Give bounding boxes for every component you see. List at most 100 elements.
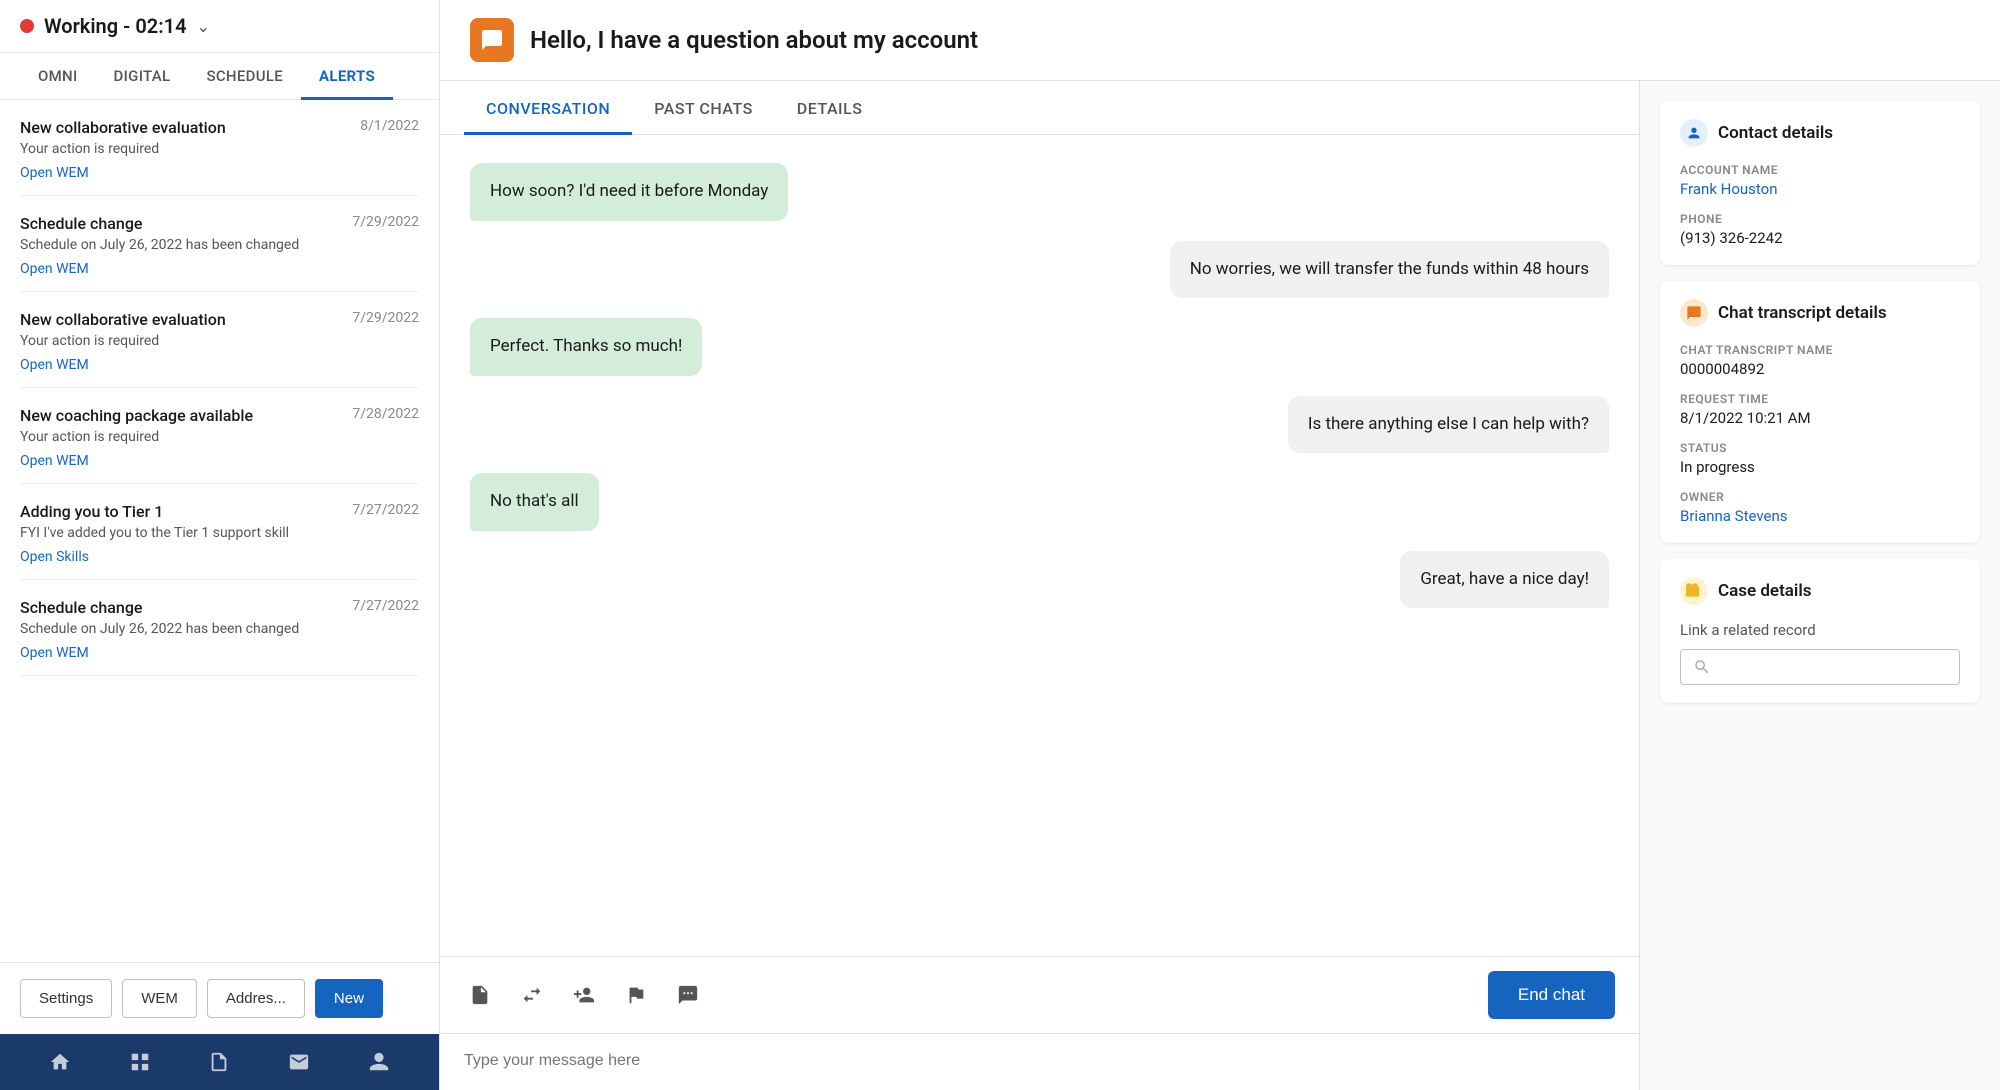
messages-area: How soon? I'd need it before Monday No w… [440,135,1639,956]
message-input[interactable] [464,1052,1615,1070]
contact-details-header: Contact details [1680,119,1960,147]
alert-desc: Your action is required [20,429,419,445]
alert-desc: Schedule on July 26, 2022 has been chang… [20,621,419,637]
sidebar-footer: Settings WEM Addres... New [0,962,439,1034]
chat-transcript-title: Chat transcript details [1718,303,1887,323]
main-content: Hello, I have a question about my accoun… [440,0,2000,1090]
document-icon[interactable] [205,1048,233,1076]
link-record-label: Link a related record [1680,621,1960,639]
page-title: Hello, I have a question about my accoun… [530,26,978,54]
owner-field: OWNER Brianna Stevens [1680,490,1960,525]
transcript-name-field: CHAT TRANSCRIPT NAME 0000004892 [1680,343,1960,378]
chat-bubble-icon[interactable] [672,979,704,1011]
open-wem-link-5[interactable]: Open WEM [20,645,419,661]
message-bubble: Is there anything else I can help with? [1288,396,1609,454]
tab-past-chats[interactable]: PAST CHATS [632,81,775,135]
sidebar-title: Working - 02:14 [44,14,187,38]
owner-value[interactable]: Brianna Stevens [1680,507,1960,525]
alert-title: New collaborative evaluation [20,118,226,137]
case-details-title: Case details [1718,581,1812,601]
tab-alerts[interactable]: ALERTS [301,53,393,100]
open-wem-link-0[interactable]: Open WEM [20,165,419,181]
alert-desc: Your action is required [20,141,419,157]
message-bubble: No that's all [470,473,599,531]
address-button[interactable]: Addres... [207,979,305,1018]
case-details-header: Case details [1680,577,1960,605]
phone-field: PHONE (913) 326-2242 [1680,212,1960,247]
open-skills-link[interactable]: Open Skills [20,549,419,565]
message-bubble: No worries, we will transfer the funds w… [1170,241,1609,299]
alert-date: 7/27/2022 [352,598,419,614]
alert-date: 7/27/2022 [352,502,419,518]
case-details-icon [1680,577,1708,605]
tab-conversation[interactable]: CONVERSATION [464,81,632,135]
alert-title: Schedule change [20,214,142,233]
tab-details[interactable]: DETAILS [775,81,885,135]
email-icon[interactable] [285,1048,313,1076]
tab-schedule[interactable]: SCHEDULE [188,53,301,100]
chat-body: CONVERSATION PAST CHATS DETAILS How soon… [440,81,2000,1090]
add-person-icon[interactable] [568,979,600,1011]
settings-button[interactable]: Settings [20,979,112,1018]
transfer-icon[interactable] [516,979,548,1011]
alert-date: 7/29/2022 [352,214,419,230]
case-search-container [1680,649,1960,685]
message-bubble: How soon? I'd need it before Monday [470,163,788,221]
alert-desc: FYI I've added you to the Tier 1 support… [20,525,419,541]
tab-omni[interactable]: OMNI [20,53,96,100]
open-wem-link-3[interactable]: Open WEM [20,453,419,469]
message-bubble: Great, have a nice day! [1400,551,1609,609]
sidebar: Working - 02:14 ⌄ OMNI DIGITAL SCHEDULE … [0,0,440,1090]
flag-icon[interactable] [620,979,652,1011]
status-badge: In progress [1680,458,1960,476]
alerts-list: New collaborative evaluation 8/1/2022 Yo… [0,100,439,962]
list-item: New coaching package available 7/28/2022… [20,388,419,484]
tab-digital[interactable]: DIGITAL [96,53,189,100]
alert-desc: Schedule on July 26, 2022 has been chang… [20,237,419,253]
sidebar-bottom-bar [0,1034,439,1090]
chat-transcript-header: Chat transcript details [1680,299,1960,327]
open-wem-link-2[interactable]: Open WEM [20,357,419,373]
person-icon[interactable] [365,1048,393,1076]
phone-label: PHONE [1680,212,1960,226]
status-field: STATUS In progress [1680,441,1960,476]
chevron-down-icon[interactable]: ⌄ [197,17,210,36]
transcript-name-label: CHAT TRANSCRIPT NAME [1680,343,1960,357]
alert-title: Adding you to Tier 1 [20,502,163,521]
case-details-card: Case details Link a related record [1660,559,1980,703]
chat-transcript-icon [1680,299,1708,327]
conversation-tabs: CONVERSATION PAST CHATS DETAILS [440,81,1639,135]
alert-title: New collaborative evaluation [20,310,226,329]
open-wem-link-1[interactable]: Open WEM [20,261,419,277]
case-search-input[interactable] [1719,659,1947,676]
sidebar-header: Working - 02:14 ⌄ [0,0,439,53]
wem-button[interactable]: WEM [122,979,197,1018]
sidebar-nav: OMNI DIGITAL SCHEDULE ALERTS [0,53,439,100]
contact-details-title: Contact details [1718,123,1833,143]
grid-icon[interactable] [126,1048,154,1076]
account-name-value[interactable]: Frank Houston [1680,180,1960,198]
alert-date: 7/28/2022 [352,406,419,422]
search-icon [1693,658,1711,676]
alert-title: New coaching package available [20,406,253,425]
alert-date: 7/29/2022 [352,310,419,326]
conversation-panel: CONVERSATION PAST CHATS DETAILS How soon… [440,81,1640,1090]
request-time-field: REQUEST TIME 8/1/2022 10:21 AM [1680,392,1960,427]
list-item: Adding you to Tier 1 7/27/2022 FYI I've … [20,484,419,580]
end-chat-button[interactable]: End chat [1488,971,1615,1019]
status-label: STATUS [1680,441,1960,455]
message-input-area [440,1033,1639,1090]
new-button[interactable]: New [315,979,383,1018]
chat-header-icon [470,18,514,62]
home-icon[interactable] [46,1048,74,1076]
person-card-icon [1680,119,1708,147]
note-icon[interactable] [464,979,496,1011]
list-item: New collaborative evaluation 8/1/2022 Yo… [20,100,419,196]
chat-header: Hello, I have a question about my accoun… [440,0,2000,81]
contact-details-card: Contact details ACCOUNT NAME Frank Houst… [1660,101,1980,265]
list-item: Schedule change 7/29/2022 Schedule on Ju… [20,196,419,292]
list-item: Schedule change 7/27/2022 Schedule on Ju… [20,580,419,676]
message-bubble: Perfect. Thanks so much! [470,318,702,376]
list-item: New collaborative evaluation 7/29/2022 Y… [20,292,419,388]
chat-toolbar: End chat [440,956,1639,1033]
